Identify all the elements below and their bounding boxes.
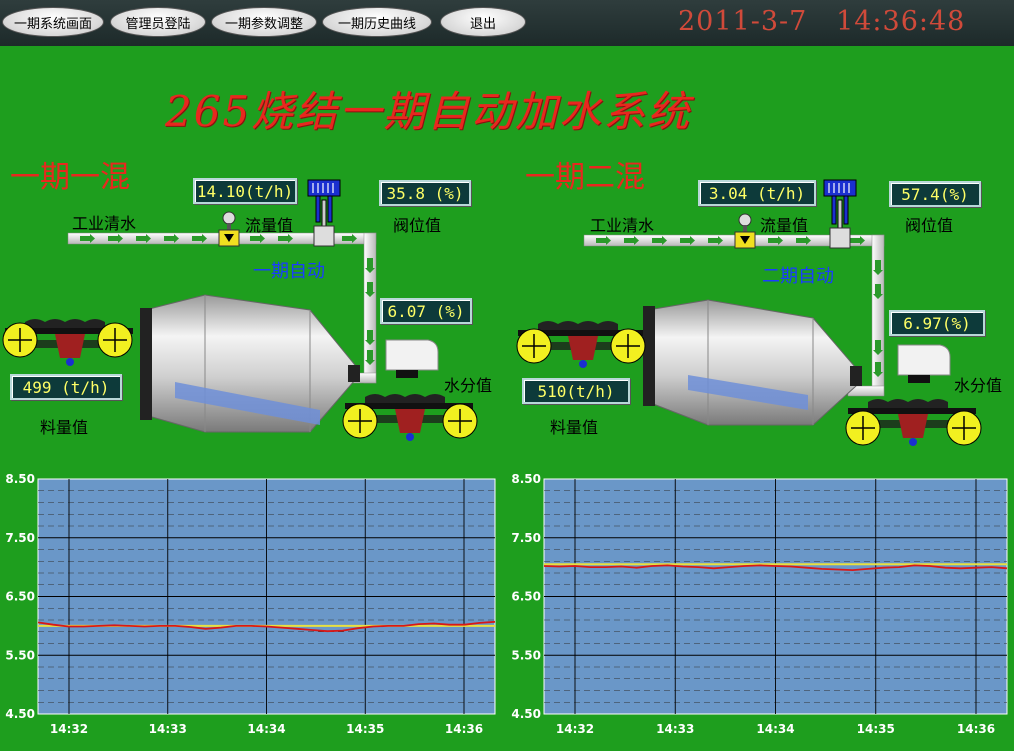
mixer2-moisture-label: 水分值 bbox=[954, 376, 1003, 395]
x-tick-label: 14:32 bbox=[50, 722, 88, 736]
flowmeter-icon bbox=[218, 211, 240, 247]
datetime-display: 2011-3-7 14:36:48 bbox=[678, 6, 965, 37]
mixer-drum bbox=[643, 299, 862, 426]
right-conveyor-icon bbox=[342, 394, 478, 441]
mixer1-moisture-trend-chart: 8.50 7.50 6.50 5.50 4.50 14:32 14:33 14:34 14:35… bbox=[0, 468, 505, 751]
mixer2-flow-label: 流量值 bbox=[760, 216, 809, 235]
mixer2-material-label: 料量值 bbox=[550, 418, 599, 437]
y-tick-label: 8.50 bbox=[5, 472, 35, 486]
y-tick-label: 7.50 bbox=[5, 531, 35, 545]
mixer2-valve-label: 阀位值 bbox=[905, 216, 954, 235]
moisture-sensor-icon bbox=[385, 339, 439, 378]
y-tick-label: 4.50 bbox=[5, 707, 35, 721]
x-tick-label: 14:36 bbox=[957, 722, 995, 736]
page-title: 265烧结一期自动加水系统 bbox=[165, 87, 692, 136]
mixer2-moisture-value: 6.97(%) bbox=[889, 310, 985, 336]
date-text: 2011-3-7 bbox=[678, 6, 808, 37]
y-tick-label: 5.50 bbox=[511, 648, 541, 662]
nav-button-parameter-adjust[interactable]: 一期参数调整 bbox=[211, 7, 317, 37]
nav-button-admin-login[interactable]: 管理员登陆 bbox=[110, 7, 206, 37]
nav-button-exit[interactable]: 退出 bbox=[440, 7, 526, 37]
mixer1-valve-label: 阀位值 bbox=[393, 216, 442, 235]
mixer1-moisture-label: 水分值 bbox=[444, 376, 493, 395]
y-tick-label: 6.50 bbox=[511, 590, 541, 604]
y-tick-label: 5.50 bbox=[5, 648, 35, 662]
mixer1-flow-label: 流量值 bbox=[245, 216, 294, 235]
mixer1-material-value: 499 (t/h) bbox=[10, 374, 122, 400]
mixer2-material-value: 510(t/h) bbox=[522, 378, 630, 404]
chart1-plot: 8.50 7.50 6.50 5.50 4.50 14:32 14:33 14:34 14:35… bbox=[5, 472, 496, 736]
chart2-plot: 8.50 7.50 6.50 5.50 4.50 14:32 14:33 14:34 14:35… bbox=[511, 472, 1008, 736]
mixer1-mode-label: 一期自动 bbox=[253, 261, 325, 282]
x-tick-label: 14:32 bbox=[556, 722, 594, 736]
mixer1-valve-value: 35.8 (%) bbox=[379, 180, 471, 206]
mixer2-mode-label: 二期自动 bbox=[762, 266, 834, 287]
x-tick-label: 14:35 bbox=[857, 722, 895, 736]
mixer-drum bbox=[140, 294, 360, 433]
x-tick-label: 14:33 bbox=[149, 722, 187, 736]
nav-button-history-curve[interactable]: 一期历史曲线 bbox=[322, 7, 432, 37]
y-tick-label: 8.50 bbox=[511, 472, 541, 486]
left-conveyor-icon bbox=[516, 321, 646, 368]
mixer1-flow-value: 14.10(t/h) bbox=[193, 178, 297, 204]
y-tick-label: 6.50 bbox=[5, 590, 35, 604]
y-tick-label: 7.50 bbox=[511, 531, 541, 545]
x-tick-label: 14:35 bbox=[346, 722, 384, 736]
mixer2-moisture-trend-chart: 8.50 7.50 6.50 5.50 4.50 14:32 14:33 14:34 14:35… bbox=[508, 468, 1014, 751]
x-tick-label: 14:34 bbox=[247, 722, 285, 736]
y-tick-label: 4.50 bbox=[511, 707, 541, 721]
mixer2-flow-value: 3.04 (t/h) bbox=[698, 180, 816, 206]
mixer2-valve-value: 57.4(%) bbox=[889, 181, 981, 207]
time-text: 14:36:48 bbox=[836, 6, 966, 37]
top-bar: 一期系统画面 管理员登陆 一期参数调整 一期历史曲线 退出 2011-3-7 1… bbox=[0, 0, 1014, 46]
mixer1-water-label: 工业清水 bbox=[72, 214, 137, 233]
moisture-sensor-icon bbox=[897, 344, 951, 383]
flowmeter-icon bbox=[734, 213, 756, 249]
x-tick-label: 14:33 bbox=[656, 722, 694, 736]
mixer1-moisture-value: 6.07 (%) bbox=[380, 298, 472, 324]
right-conveyor-icon bbox=[845, 399, 982, 446]
left-conveyor-icon bbox=[2, 319, 133, 366]
x-tick-label: 14:36 bbox=[445, 722, 483, 736]
mixer2-water-label: 工业清水 bbox=[590, 216, 655, 235]
x-tick-label: 14:34 bbox=[756, 722, 794, 736]
mixer1-material-label: 料量值 bbox=[40, 418, 89, 437]
nav-button-system-screen[interactable]: 一期系统画面 bbox=[2, 7, 104, 37]
